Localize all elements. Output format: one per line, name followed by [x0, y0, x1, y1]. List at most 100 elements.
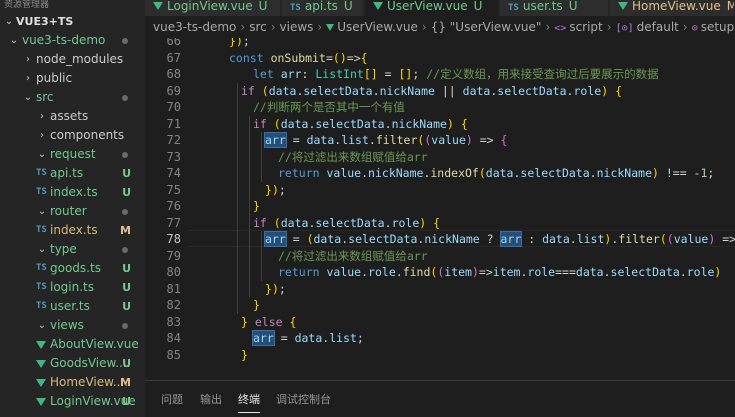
- tree-item[interactable]: TS goods.ts U: [0, 259, 145, 278]
- tree-item[interactable]: GoodsView.... U: [0, 354, 145, 373]
- tree-item[interactable]: › node_modules: [0, 50, 145, 69]
- vue-file-icon: [36, 360, 46, 368]
- code-line[interactable]: //判断两个是否其中一个有值: [253, 99, 405, 115]
- explorer-root[interactable]: ⌄ VUE3+TS: [0, 12, 145, 31]
- panel-tab[interactable]: 终端: [238, 391, 260, 413]
- tree-item[interactable]: HomeView.... M: [0, 373, 145, 392]
- tree-item[interactable]: › public: [0, 69, 145, 88]
- line-number: 78: [166, 232, 181, 246]
- line-number: 73: [166, 149, 181, 164]
- code-line[interactable]: });: [265, 281, 286, 297]
- bottom-panel: 问题 输出 终端 调试控制台: [145, 380, 735, 417]
- modified-dot-icon: [122, 247, 128, 253]
- tree-item[interactable]: TS index.ts U: [0, 183, 145, 202]
- editor-tab[interactable]: TS user.ts U: [500, 0, 609, 16]
- code-line[interactable]: if (data.selectData.role) {: [253, 215, 440, 231]
- tree-item-label: AboutView.vue: [50, 337, 139, 351]
- code-line[interactable]: return value.role.find((item)=>item.role…: [278, 264, 721, 280]
- code-line[interactable]: let arr: ListInt[] = []; //定义数组，用来接受查询过后…: [253, 66, 659, 82]
- panel-tab[interactable]: 问题: [161, 391, 183, 407]
- tree-item[interactable]: ⌄ router: [0, 202, 145, 221]
- editor-tab[interactable]: HomeView.vue M: [610, 0, 735, 16]
- breadcrumb-script[interactable]: script: [569, 20, 602, 34]
- line-number: 76: [166, 199, 181, 213]
- breadcrumb-block[interactable]: {} "UserView.vue": [431, 20, 542, 34]
- panel-tab[interactable]: 调试控制台: [276, 391, 331, 407]
- code-line[interactable]: });: [265, 182, 286, 198]
- indent-guide: [237, 82, 238, 314]
- code-line[interactable]: arr = data.list;: [252, 330, 364, 346]
- file-tree: ⌄ VUE3+TS ⌄ vue3-ts-demo › node_modules › pub…: [0, 12, 145, 411]
- explorer-title: 资源管理器: [4, 0, 50, 10]
- code-line[interactable]: //将过滤出来数组赋值给arr: [278, 248, 428, 264]
- symbol-module-icon: [⊙]: [615, 23, 634, 34]
- tree-item[interactable]: ⌄ request: [0, 145, 145, 164]
- chevron-down-icon: ⌄: [37, 206, 47, 217]
- tab-label: api.ts: [304, 0, 338, 13]
- code-line[interactable]: return value.nickName.indexOf(data.selec…: [278, 165, 714, 181]
- breadcrumb-default[interactable]: default: [637, 20, 679, 34]
- tab-label: LoginView.vue: [167, 0, 253, 13]
- git-status-badge: U: [122, 281, 131, 294]
- breadcrumb-setup[interactable]: setup: [701, 20, 735, 34]
- code-line[interactable]: }: [253, 198, 260, 214]
- breadcrumb-file[interactable]: UserView.vue: [337, 20, 418, 34]
- tree-item[interactable]: › components: [0, 126, 145, 145]
- tab-git-badge: U: [258, 0, 268, 13]
- breadcrumb-views[interactable]: views: [280, 20, 314, 34]
- code-line[interactable]: if (data.selectData.nickName || data.sel…: [241, 83, 622, 99]
- line-number: 77: [166, 215, 181, 230]
- breadcrumb-project[interactable]: vue3-ts-demo: [153, 20, 236, 34]
- code-line[interactable]: arr = (data.selectData.nickName ? arr : …: [264, 231, 735, 247]
- explorer-root-label: VUE3+TS: [16, 15, 74, 28]
- tree-item[interactable]: TS api.ts U: [0, 164, 145, 183]
- chevron-down-icon: ⌄: [37, 244, 47, 255]
- editor-tab[interactable]: LoginView.vue U: [145, 0, 281, 16]
- chevron-right-icon: ›: [421, 20, 427, 34]
- tree-item-label: api.ts: [50, 166, 84, 180]
- tree-item-label: views: [50, 318, 84, 332]
- editor-tab[interactable]: TS api.ts U: [282, 0, 364, 16]
- code-line[interactable]: });: [229, 38, 250, 49]
- vue-file-icon: [36, 398, 46, 406]
- vue-file-icon: [618, 2, 628, 10]
- tab-label: user.ts: [522, 0, 563, 13]
- code-line[interactable]: }: [253, 297, 260, 313]
- code-line[interactable]: const onSubmit=()=>{: [229, 50, 368, 66]
- typescript-file-icon: TS: [36, 282, 47, 292]
- tree-item-label: index.ts: [50, 223, 98, 237]
- tree-item[interactable]: TS index.ts M: [0, 221, 145, 240]
- symbol-method-icon: ⊙: [691, 23, 698, 34]
- code-line[interactable]: //将过滤出来数组赋值给arr: [278, 149, 428, 165]
- tree-item[interactable]: TS user.ts U: [0, 297, 145, 316]
- breadcrumb-src[interactable]: src: [249, 20, 267, 34]
- indent-guide: [249, 115, 250, 297]
- chevron-down-icon: ⌄: [23, 92, 33, 103]
- tree-item[interactable]: ⌄ type: [0, 240, 145, 259]
- panel-tab[interactable]: 输出: [200, 391, 222, 407]
- git-status-badge: M: [120, 376, 131, 389]
- tree-item[interactable]: AboutView.vue: [0, 335, 145, 354]
- tree-item[interactable]: TS login.ts U: [0, 278, 145, 297]
- code-line[interactable]: if (data.selectData.nickName) {: [253, 116, 468, 132]
- tab-git-badge: U: [343, 0, 353, 13]
- chevron-right-icon: ›: [270, 20, 276, 34]
- editor-tab[interactable]: UserView.vue U: [365, 0, 499, 16]
- chevron-down-icon: ⌄: [4, 16, 14, 27]
- tree-item[interactable]: ⌄ src: [0, 88, 145, 107]
- code-editor[interactable]: 66 67 68 69 70 71 72 73 74 75 76 77 78 79 80 81 82 83 84 85…: [145, 38, 735, 380]
- line-number: 72: [166, 133, 181, 147]
- code-line[interactable]: } else {: [241, 314, 296, 330]
- git-status-badge: M: [120, 224, 131, 237]
- tree-item[interactable]: LoginView.vue U: [0, 392, 145, 411]
- code-line[interactable]: arr = data.list.filter((value) => {: [264, 132, 507, 148]
- line-number: 80: [166, 265, 181, 279]
- code-line[interactable]: }: [241, 347, 248, 363]
- line-number: 75: [166, 182, 181, 197]
- chevron-down-icon: ⌄: [9, 35, 19, 46]
- line-number: 70: [166, 100, 181, 114]
- typescript-file-icon: TS: [290, 3, 301, 13]
- tree-item[interactable]: ⌄ vue3-ts-demo: [0, 31, 145, 50]
- tree-item[interactable]: ⌄ views: [0, 316, 145, 335]
- tree-item[interactable]: › assets: [0, 107, 145, 126]
